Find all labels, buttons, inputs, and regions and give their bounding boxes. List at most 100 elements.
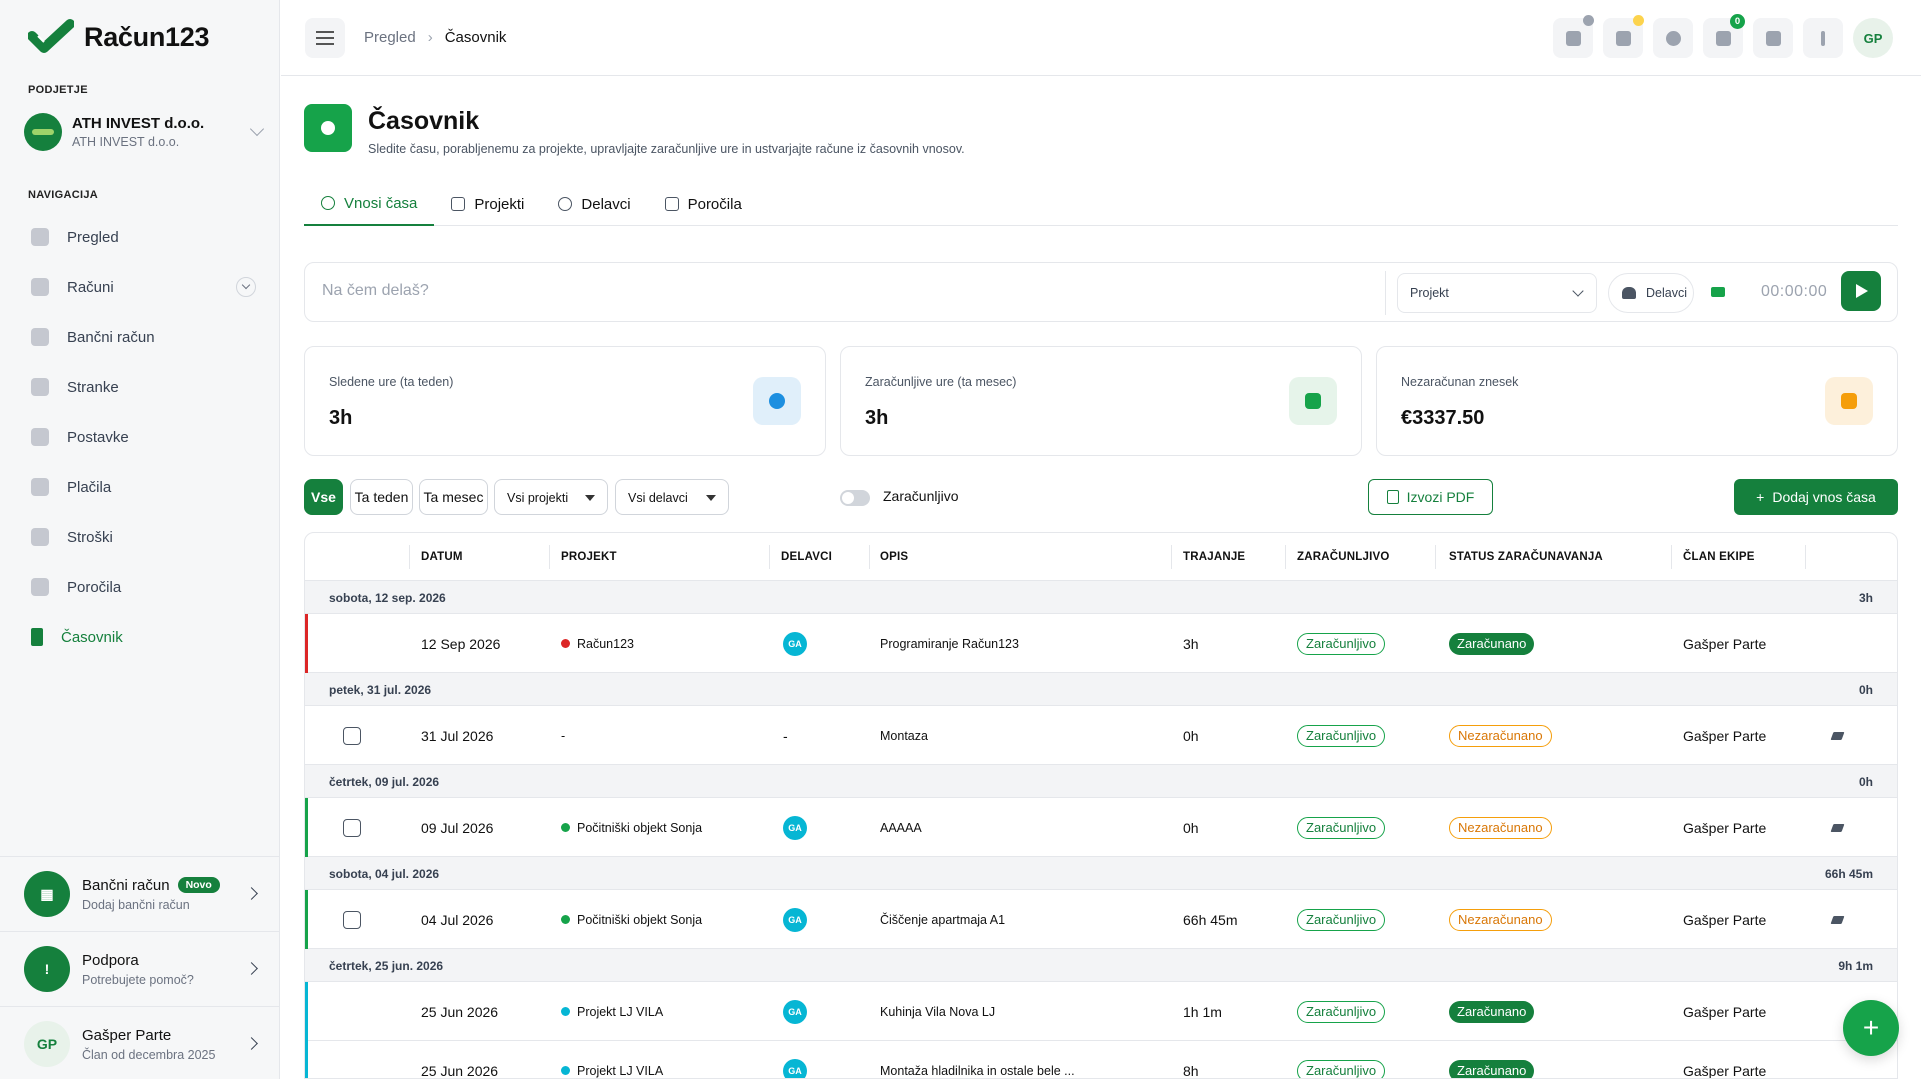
- column-divider: [1171, 545, 1172, 569]
- bank-icon: ▦: [24, 871, 70, 917]
- tab-projekti[interactable]: Projekti: [434, 182, 541, 226]
- row-checkbox[interactable]: [343, 910, 361, 929]
- worker-avatar[interactable]: GA: [783, 1058, 807, 1078]
- worker-avatar[interactable]: GA: [783, 999, 807, 1024]
- breadcrumb-parent[interactable]: Pregled: [364, 29, 416, 46]
- status-badge: Zaračunano: [1449, 1059, 1535, 1078]
- entry-project[interactable]: Počitniški objekt Sonja: [561, 890, 702, 949]
- entry-project[interactable]: Račun123: [561, 614, 634, 673]
- column-header[interactable]: PROJEKT: [561, 533, 617, 581]
- entry-project[interactable]: -: [561, 706, 565, 765]
- sidebar-item-porocila[interactable]: Poročila: [24, 562, 260, 612]
- company-switcher[interactable]: ATH INVEST d.o.o. ATH INVEST d.o.o.: [24, 110, 265, 154]
- more-button[interactable]: [1803, 18, 1843, 58]
- stat-value: €3337.50: [1401, 407, 1485, 429]
- table-row[interactable]: 12 Sep 2026 Račun123 GA Programiranje Račun…: [305, 614, 1897, 673]
- project-dot: [561, 823, 570, 832]
- sidebar-item-placila[interactable]: Plačila: [24, 462, 260, 512]
- table-row[interactable]: 04 Jul 2026 Počitniški objekt Sonja GA Čišč…: [305, 890, 1897, 949]
- table-row[interactable]: 09 Jul 2026 Počitniški objekt Sonja GA AAAA…: [305, 798, 1897, 857]
- column-header[interactable]: STATUS ZARAČUNAVANJA: [1449, 533, 1603, 581]
- sidebar-item-racuni[interactable]: Računi: [24, 262, 260, 312]
- billable-toggle[interactable]: [840, 490, 870, 506]
- workers-button[interactable]: Delavci: [1608, 273, 1694, 313]
- project-dot: [561, 1066, 570, 1075]
- time-tracker-bar: Na čem delaš? Projekt Delavci 00:00:00: [304, 262, 1898, 322]
- worker-avatar[interactable]: GA: [783, 815, 807, 840]
- stat-value: 3h: [865, 407, 889, 429]
- sidebar-item-pregled[interactable]: Pregled: [24, 212, 260, 262]
- support-card[interactable]: ! Podpora Potrebujete pomoč?: [0, 931, 280, 1006]
- row-checkbox[interactable]: [343, 726, 361, 745]
- table-row[interactable]: 25 Jun 2026 Projekt LJ VILA GA Montaža hlad…: [305, 1041, 1897, 1078]
- entry-project[interactable]: Projekt LJ VILA: [561, 982, 663, 1041]
- sidebar-item-stroski[interactable]: Stroški: [24, 512, 260, 562]
- column-header[interactable]: ČLAN EKIPE: [1683, 533, 1755, 581]
- worker-avatar[interactable]: GA: [783, 631, 807, 656]
- tab-vnosi-casa[interactable]: Vnosi časa: [304, 182, 435, 226]
- project-name: -: [561, 728, 566, 743]
- column-header[interactable]: DATUM: [421, 533, 463, 581]
- export-pdf-button[interactable]: Izvozi PDF: [1368, 479, 1493, 515]
- entry-project[interactable]: Projekt LJ VILA: [561, 1041, 663, 1078]
- receipt-icon: [31, 528, 49, 546]
- entry-billing-status: Zaračunano: [1449, 982, 1535, 1041]
- mobile-button[interactable]: [1553, 15, 1594, 58]
- bank-card-sub: Dodaj bančni račun: [82, 897, 190, 912]
- sidebar-item-bancni-racun[interactable]: Bančni račun: [24, 312, 260, 362]
- column-header[interactable]: DELAVCI: [781, 533, 832, 581]
- table-body: sobota, 12 sep. 2026 3h 12 Sep 2026 Račun12…: [305, 581, 1897, 1078]
- receipt-icon: [1289, 377, 1337, 425]
- sidebar-item-stranke[interactable]: Stranke: [24, 362, 260, 412]
- column-header[interactable]: OPIS: [880, 533, 908, 581]
- coin-icon: [31, 478, 49, 496]
- notifications-button[interactable]: 0: [1703, 14, 1745, 58]
- table-row[interactable]: 31 Jul 2026 - - Montaza 0h Zaračunljivo Nezara…: [305, 706, 1897, 765]
- project-select[interactable]: Projekt: [1397, 273, 1597, 313]
- chevron-down-icon[interactable]: [236, 277, 256, 297]
- tab-porocila[interactable]: Poročila: [648, 182, 759, 226]
- filter-this-week-button[interactable]: Ta teden: [350, 479, 413, 515]
- topbar: Pregled › Časovnik 0 GP: [281, 0, 1921, 76]
- workers-filter-select[interactable]: Vsi delavci: [615, 479, 729, 515]
- sidebar-item-casovnik[interactable]: Časovnik: [24, 612, 260, 662]
- gift-button[interactable]: [1603, 15, 1644, 58]
- start-timer-button[interactable]: [1841, 271, 1881, 311]
- menu-toggle-button[interactable]: [305, 18, 345, 58]
- add-floating-button[interactable]: +: [1843, 1000, 1899, 1056]
- user-avatar-button[interactable]: GP: [1853, 18, 1893, 58]
- settings-button[interactable]: [1653, 18, 1693, 58]
- stat-card-tracked: Sledene ure (ta teden) 3h: [304, 346, 826, 456]
- billable-money-icon[interactable]: [1711, 287, 1725, 297]
- entry-project[interactable]: Počitniški objekt Sonja: [561, 798, 702, 857]
- worker-avatar[interactable]: GA: [783, 907, 807, 932]
- nav-section-label: NAVIGACIJA: [28, 189, 99, 201]
- bank-account-card[interactable]: ▦ Bančni račun Novo Dodaj bančni račun: [0, 856, 280, 931]
- stopwatch-icon: [753, 377, 801, 425]
- sidebar-item-label: Časovnik: [61, 628, 123, 646]
- filter-all-button[interactable]: Vse: [304, 479, 343, 515]
- messages-button[interactable]: [1753, 18, 1793, 58]
- projects-filter-select[interactable]: Vsi projekti: [494, 479, 608, 515]
- edit-icon[interactable]: [1830, 823, 1845, 832]
- entry-date: 25 Jun 2026: [421, 1003, 499, 1020]
- column-header[interactable]: TRAJANJE: [1183, 533, 1245, 581]
- table-row[interactable]: 25 Jun 2026 Projekt LJ VILA GA Kuhinja Vila…: [305, 982, 1897, 1041]
- edit-icon[interactable]: [1830, 915, 1845, 924]
- filter-this-month-button[interactable]: Ta mesec: [419, 479, 488, 515]
- chevron-right-icon: [245, 887, 258, 900]
- task-description-input[interactable]: Na čem delaš?: [322, 282, 429, 300]
- tab-delavci[interactable]: Delavci: [541, 182, 647, 226]
- billable-badge: Zaračunljivo: [1297, 724, 1386, 747]
- entry-team-member: Gašper Parte: [1683, 727, 1767, 744]
- user-card[interactable]: GP Gašper Parte Član od decembra 2025: [0, 1006, 280, 1079]
- column-header[interactable]: ZARAČUNLJIVO: [1297, 533, 1390, 581]
- chevron-right-icon: [245, 1037, 258, 1050]
- wallet-icon: [1825, 377, 1873, 425]
- row-checkbox[interactable]: [343, 818, 361, 837]
- add-time-entry-button[interactable]: + Dodaj vnos časa: [1734, 479, 1898, 515]
- edit-icon[interactable]: [1830, 731, 1845, 740]
- app-logo[interactable]: Račun123: [27, 18, 209, 56]
- sidebar-item-postavke[interactable]: Postavke: [24, 412, 260, 462]
- entry-date: 09 Jul 2026: [421, 819, 494, 836]
